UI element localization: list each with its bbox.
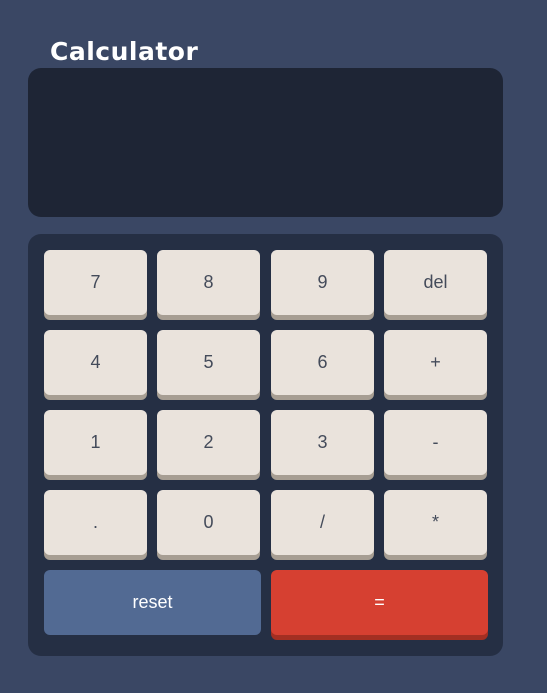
decimal-button[interactable]: . xyxy=(44,490,147,555)
key-1[interactable]: 1 xyxy=(44,410,147,475)
divide-button[interactable]: / xyxy=(271,490,374,555)
key-2[interactable]: 2 xyxy=(157,410,260,475)
key-7[interactable]: 7 xyxy=(44,250,147,315)
delete-button[interactable]: del xyxy=(384,250,487,315)
keypad: 7 8 9 del 4 5 6 + 1 2 3 - . 0 / * reset … xyxy=(28,234,503,656)
key-4[interactable]: 4 xyxy=(44,330,147,395)
minus-button[interactable]: - xyxy=(384,410,487,475)
key-0[interactable]: 0 xyxy=(157,490,260,555)
key-8[interactable]: 8 xyxy=(157,250,260,315)
calculator-display xyxy=(28,68,503,217)
equals-button[interactable]: = xyxy=(271,570,488,635)
plus-button[interactable]: + xyxy=(384,330,487,395)
multiply-button[interactable]: * xyxy=(384,490,487,555)
key-5[interactable]: 5 xyxy=(157,330,260,395)
key-6[interactable]: 6 xyxy=(271,330,374,395)
key-9[interactable]: 9 xyxy=(271,250,374,315)
reset-button[interactable]: reset xyxy=(44,570,261,635)
app-title: Calculator xyxy=(50,37,199,66)
key-3[interactable]: 3 xyxy=(271,410,374,475)
